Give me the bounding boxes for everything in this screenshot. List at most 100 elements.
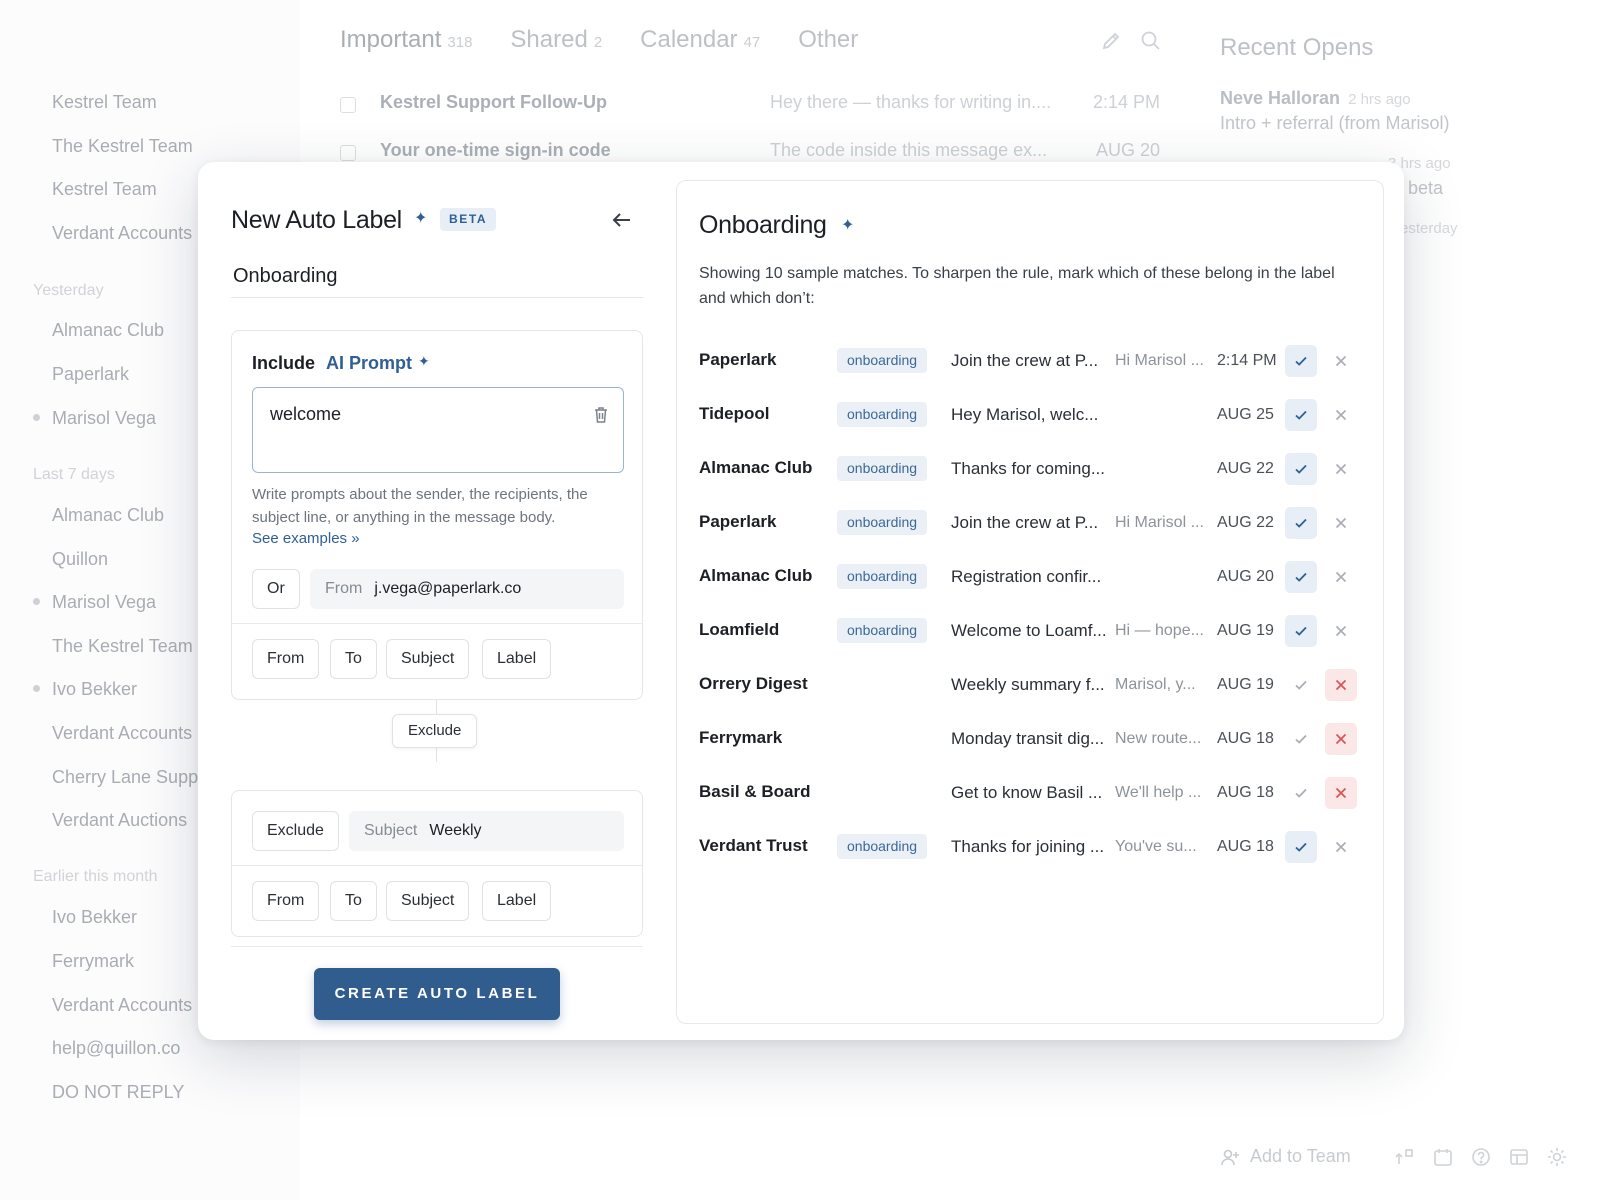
add-label-button[interactable]: Label <box>482 639 552 679</box>
from-condition-field[interactable]: From j.vega@paperlark.co <box>310 569 624 609</box>
include-match-button[interactable] <box>1285 723 1317 755</box>
match-preview: New route... <box>1115 730 1202 747</box>
auto-label-modal: New Auto Label ✦ BETA Include AI Prompt … <box>198 162 1404 1040</box>
match-subject: Hey Marisol, welc... <box>951 405 1099 424</box>
match-subject: Get to know Basil ... <box>951 783 1103 802</box>
match-time: AUG 18 <box>1217 784 1274 801</box>
add-to-button[interactable]: To <box>330 639 377 679</box>
exclude-operator-button[interactable]: Exclude <box>252 811 339 851</box>
label-tag: onboarding <box>837 564 928 589</box>
trash-icon[interactable] <box>593 406 609 424</box>
exclude-match-button[interactable] <box>1325 723 1357 755</box>
condition-key: From <box>325 580 363 597</box>
label-tag: onboarding <box>837 456 928 481</box>
include-match-button[interactable] <box>1285 669 1317 701</box>
match-preview: Marisol, y... <box>1115 676 1196 693</box>
subject-condition-field[interactable]: Subject Weekly <box>349 811 624 851</box>
exclude-match-button[interactable] <box>1325 615 1357 647</box>
preview-description: Showing 10 sample matches. To sharpen th… <box>699 265 1335 307</box>
exclude-match-button[interactable] <box>1325 777 1357 809</box>
match-sender: Basil & Board <box>699 782 811 801</box>
exclude-match-button[interactable] <box>1325 507 1357 539</box>
match-subject: Join the crew at P... <box>951 513 1099 532</box>
match-time: AUG 25 <box>1217 406 1274 423</box>
match-row[interactable]: Tidepool onboarding Hey Marisol, welc... AU… <box>699 397 1359 433</box>
exclude-match-button[interactable] <box>1325 669 1357 701</box>
match-sender: Ferrymark <box>699 728 783 747</box>
match-sender: Paperlark <box>699 512 777 531</box>
add-from-button[interactable]: From <box>252 881 320 921</box>
see-examples-link[interactable]: See examples » <box>252 530 360 547</box>
sparkle-icon: ✦ <box>414 210 428 227</box>
divider <box>231 946 643 947</box>
label-name-input[interactable] <box>231 256 643 298</box>
include-match-button[interactable] <box>1285 453 1317 485</box>
exclude-match-button[interactable] <box>1325 399 1357 431</box>
condition-value: Weekly <box>429 822 482 839</box>
match-time: AUG 19 <box>1217 676 1274 693</box>
add-to-button[interactable]: To <box>330 881 377 921</box>
match-row[interactable]: Basil & Board Get to know Basil ... We'll … <box>699 775 1359 811</box>
match-row[interactable]: Paperlark onboarding Join the crew at P...… <box>699 505 1359 541</box>
match-sender: Almanac Club <box>699 458 813 477</box>
match-subject: Join the crew at P... <box>951 351 1099 370</box>
label-tag: onboarding <box>837 510 928 535</box>
or-operator-button[interactable]: Or <box>252 569 300 609</box>
divider <box>232 865 642 866</box>
ai-prompt-input[interactable]: welcome <box>252 387 624 473</box>
add-subject-button[interactable]: Subject <box>386 881 470 921</box>
match-row[interactable]: Almanac Club onboarding Registration confi… <box>699 559 1359 595</box>
match-time: AUG 22 <box>1217 514 1274 531</box>
match-time: AUG 19 <box>1217 622 1274 639</box>
match-row[interactable]: Verdant Trust onboarding Thanks for joinin… <box>699 829 1359 865</box>
back-button[interactable] <box>608 206 636 234</box>
sparkle-icon: ✦ <box>841 217 855 234</box>
match-subject: Registration confir... <box>951 567 1102 586</box>
match-time: AUG 20 <box>1217 568 1274 585</box>
match-row[interactable]: Loamfield onboarding Welcome to Loamf... Hi… <box>699 613 1359 649</box>
add-label-button[interactable]: Label <box>482 881 552 921</box>
exclude-match-button[interactable] <box>1325 831 1357 863</box>
include-match-button[interactable] <box>1285 399 1317 431</box>
include-match-button[interactable] <box>1285 777 1317 809</box>
match-subject: Thanks for joining ... <box>951 837 1105 856</box>
match-subject: Monday transit dig... <box>951 729 1105 748</box>
include-match-button[interactable] <box>1285 615 1317 647</box>
exclude-match-button[interactable] <box>1325 453 1357 485</box>
exclude-card: Exclude Subject Weekly From To Subject La… <box>231 790 643 937</box>
match-preview: Hi Marisol ... <box>1115 352 1204 369</box>
beta-badge: BETA <box>440 208 497 231</box>
condition-value: j.vega@paperlark.co <box>374 580 522 597</box>
preview-pane: Onboarding ✦ Showing 10 sample matches. … <box>676 180 1384 1024</box>
ai-prompt-toggle[interactable]: AI Prompt <box>326 353 412 374</box>
include-label: Include <box>252 353 316 373</box>
match-row[interactable]: Paperlark onboarding Join the crew at P...… <box>699 343 1359 379</box>
arrow-left-icon <box>612 213 630 227</box>
match-subject: Thanks for coming... <box>951 459 1106 478</box>
label-tag: onboarding <box>837 348 928 373</box>
match-subject: Weekly summary f... <box>951 675 1105 694</box>
match-sender: Loamfield <box>699 620 780 639</box>
connector-line <box>436 700 437 714</box>
add-subject-button[interactable]: Subject <box>386 639 470 679</box>
match-time: AUG 18 <box>1217 838 1274 855</box>
include-match-button[interactable] <box>1285 507 1317 539</box>
add-from-button[interactable]: From <box>252 639 320 679</box>
include-match-button[interactable] <box>1285 561 1317 593</box>
match-row[interactable]: Ferrymark Monday transit dig... New route.… <box>699 721 1359 757</box>
match-row[interactable]: Almanac Club onboarding Thanks for coming.… <box>699 451 1359 487</box>
rule-editor: New Auto Label ✦ BETA Include AI Prompt … <box>198 162 664 1040</box>
match-preview: You've su... <box>1115 838 1197 855</box>
exclude-match-button[interactable] <box>1325 561 1357 593</box>
exclude-toggle-button[interactable]: Exclude <box>392 714 478 748</box>
include-match-button[interactable] <box>1285 345 1317 377</box>
match-sender: Paperlark <box>699 350 777 369</box>
match-row[interactable]: Orrery Digest Weekly summary f... Marisol,… <box>699 667 1359 703</box>
preview-title: Onboarding <box>699 211 827 239</box>
ai-prompt-text: welcome <box>270 404 342 424</box>
divider <box>232 623 642 624</box>
create-auto-label-button[interactable]: CREATE AUTO LABEL <box>314 968 560 1020</box>
exclude-match-button[interactable] <box>1325 345 1357 377</box>
include-match-button[interactable] <box>1285 831 1317 863</box>
match-time: AUG 18 <box>1217 730 1274 747</box>
